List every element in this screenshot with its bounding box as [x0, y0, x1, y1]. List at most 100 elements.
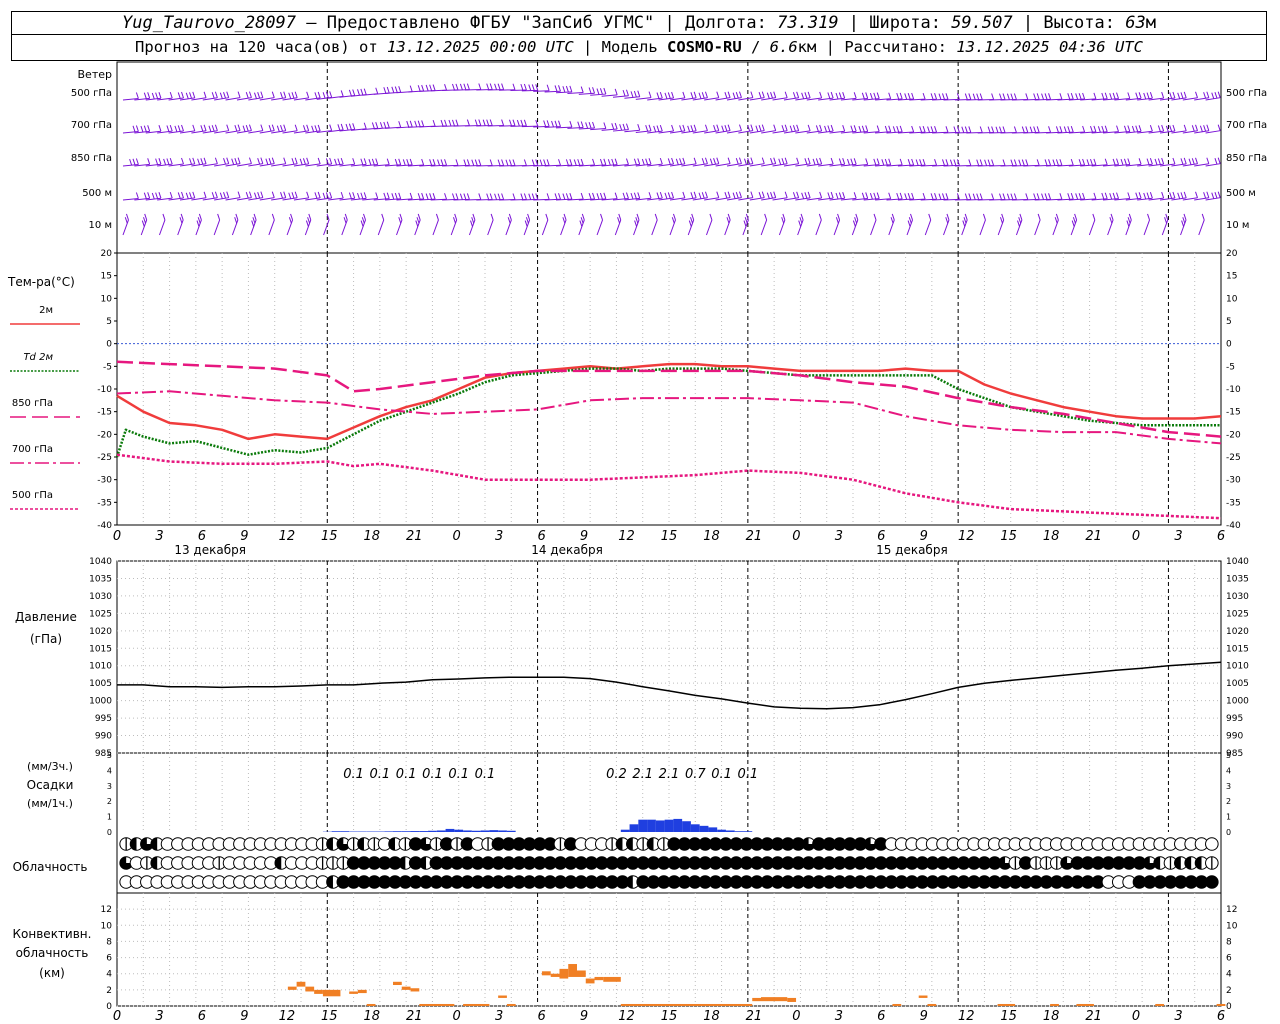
wind-barb-feather: [735, 192, 739, 199]
precip-bar: [647, 819, 656, 832]
wind-barb-feather: [911, 92, 915, 100]
wind-barb-feather: [812, 158, 816, 166]
wind-barb-feather: [371, 122, 375, 129]
wind-barb-feather: [179, 217, 183, 224]
wind-barb-feather: [523, 83, 527, 91]
meteogram: Yug_Taurovo_28097 – Предоставлено ФГБУ "…: [0, 0, 1280, 1024]
wind-barb-feather: [688, 220, 692, 227]
wind-barb-feather: [682, 157, 686, 165]
hour-label-bottom: 9: [920, 1009, 928, 1024]
wind-barb-feather: [865, 158, 869, 165]
wind-barb-feather: [135, 192, 139, 199]
wind-barb-shaft: [250, 219, 257, 236]
wind-barb-feather: [398, 86, 402, 93]
conv-cloud-bar: [1076, 1003, 1094, 1006]
wind-barb-feather: [125, 213, 129, 221]
wind-barb-feather: [938, 193, 942, 200]
wind-barb-feather: [907, 159, 911, 166]
wind-barb-feather: [716, 124, 720, 131]
wind-barb-feather: [409, 192, 413, 200]
precip-bar: [638, 819, 648, 832]
precip-tick-label-right: 1: [1226, 813, 1231, 822]
wind-barb-feather: [1157, 158, 1161, 165]
wind-barb-feather: [1036, 93, 1040, 100]
conv-cloud-bar: [752, 997, 761, 1002]
wind-barb-feather: [158, 158, 162, 165]
wind-barb-feather: [1172, 191, 1176, 199]
wind-barb-feather: [622, 192, 626, 200]
wind-barb-feather: [1191, 125, 1195, 132]
wind-barb-feather: [185, 192, 189, 199]
wind-barb-shaft: [797, 219, 804, 236]
precip-bar: [734, 831, 744, 832]
wind-barb-feather: [317, 191, 321, 199]
temp-tick-label-right: -20: [1226, 430, 1241, 440]
wind-barb-feather: [713, 125, 717, 132]
wind-barb-feather: [798, 220, 802, 227]
conv-cloud-bar: [559, 968, 569, 979]
wind-barb-feather: [739, 124, 742, 131]
wind-barb-feather: [773, 124, 777, 131]
wind-barb-feather: [197, 217, 201, 224]
wind-barb-feather: [819, 157, 823, 165]
temp-series-t500: [116, 453, 1222, 520]
wind-barb-feather: [781, 158, 785, 165]
wind-barb-feather: [203, 157, 207, 164]
wind-barb-feather: [830, 91, 834, 99]
wind-barb-feather: [1029, 126, 1033, 133]
temp-tick-label-right: -35: [1226, 498, 1241, 508]
hour-label-top: 6: [1217, 529, 1225, 544]
wind-barb-shaft: [533, 90, 550, 92]
wind-barb-feather: [656, 192, 660, 199]
precip-3h-label: 0.1: [711, 767, 732, 782]
wind-barb-feather: [979, 193, 983, 200]
wind-barb-feather: [1183, 157, 1187, 165]
wind-barb-feather: [580, 192, 584, 200]
wind-barb-feather: [896, 125, 900, 133]
wind-barb-feather: [979, 93, 983, 100]
wind-barb-feather: [976, 193, 980, 200]
temp-tick-label-right: 5: [1226, 317, 1232, 327]
precip-bar: [690, 824, 700, 832]
wind-barb-feather: [181, 124, 184, 132]
wind-barb-feather: [1195, 124, 1199, 131]
wind-title: Ветер: [78, 68, 112, 81]
wind-barb-feather: [260, 191, 264, 198]
wind-barb-feather: [727, 124, 731, 131]
wind-barb-feather: [440, 159, 444, 166]
wind-barb-feather: [761, 91, 765, 98]
wind-barb-feather: [1109, 193, 1113, 200]
wind-barb-feather: [727, 191, 731, 198]
wind-barb-feather: [1180, 158, 1184, 165]
wind-barb-feather: [432, 119, 436, 127]
wind-barb-feather: [448, 119, 452, 127]
precip-tick-label-right: 5: [1226, 751, 1231, 760]
wind-barb-feather: [1183, 213, 1187, 221]
wind-barb-feather: [690, 217, 693, 224]
wind-barb-feather: [979, 126, 983, 133]
wind-barb-feather: [214, 124, 218, 131]
wind-barb-feather: [237, 157, 241, 164]
wind-barb-feather: [234, 217, 238, 224]
wind-barb-feather: [352, 192, 356, 199]
hour-label-top: 0: [113, 529, 121, 544]
wind-barb-feather: [1206, 157, 1210, 164]
wind-barb-shaft: [231, 219, 239, 236]
wind-barb-feather: [527, 213, 531, 221]
wind-barb-feather: [1002, 159, 1006, 166]
wind-barb-feather: [766, 92, 770, 99]
wind-barb-feather: [667, 92, 671, 99]
wind-barb-feather: [1092, 213, 1096, 221]
wind-barb-feather: [1177, 92, 1181, 99]
wind-barb-feather: [180, 213, 184, 221]
wind-barb-feather: [704, 91, 708, 98]
wind-barb-feather: [801, 92, 805, 99]
wind-barb-feather: [861, 92, 865, 99]
wind-barb-feather: [294, 124, 298, 131]
wind-barb-feather: [494, 193, 498, 200]
wind-barb-feather: [784, 91, 788, 98]
wind-barb-feather: [1021, 159, 1025, 166]
wind-barb-feather: [659, 157, 663, 165]
wind-barb-shaft: [651, 219, 658, 236]
hour-label-bottom: 6: [198, 1009, 206, 1024]
